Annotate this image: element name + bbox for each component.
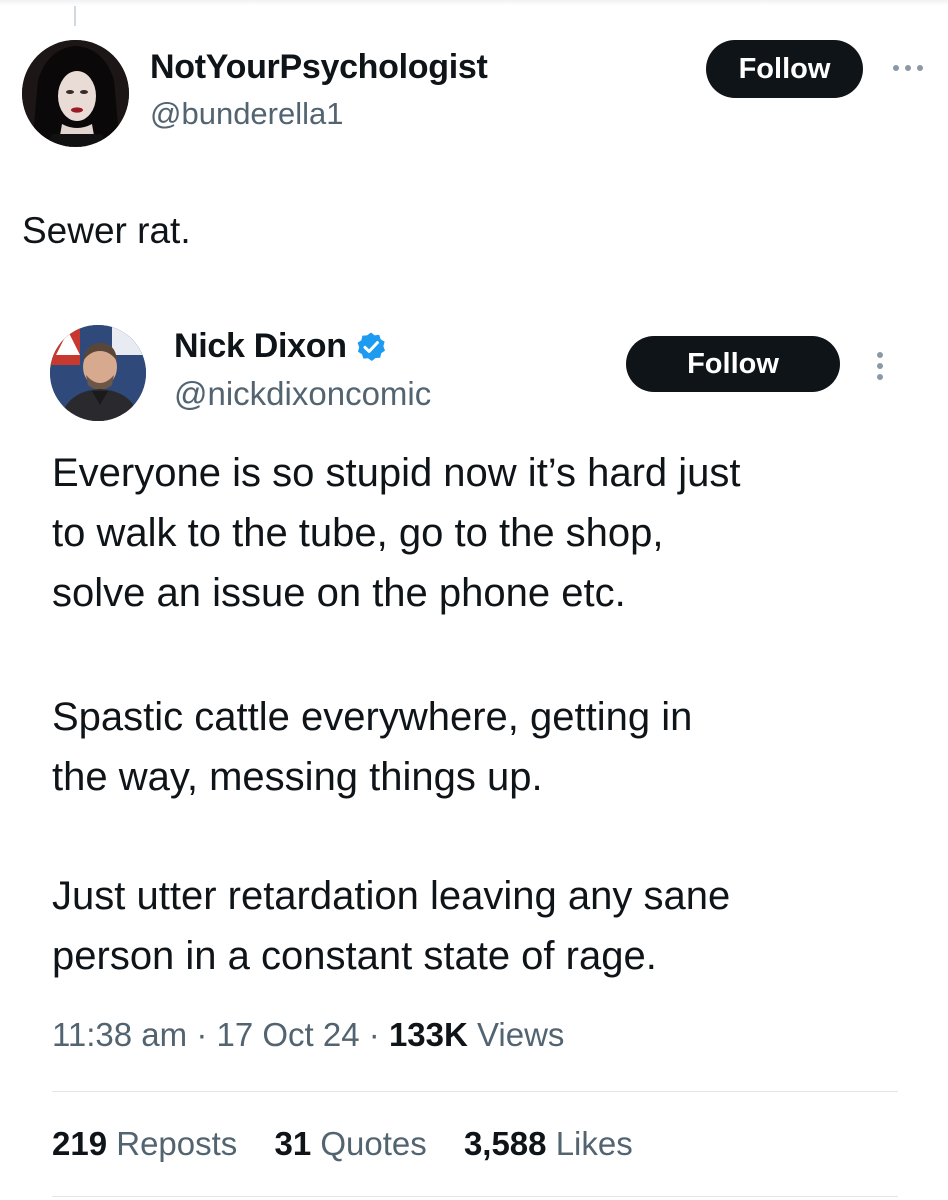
- more-horizontal-icon[interactable]: [888, 56, 928, 80]
- text-line: solve an issue on the phone etc.: [52, 571, 626, 615]
- engagement-stats: 219 Reposts 31 Quotes 3,588 Likes: [52, 1125, 661, 1163]
- meta-separator: ·: [368, 1016, 380, 1053]
- text-line: Spastic cattle everywhere, getting in: [52, 695, 693, 739]
- author-handle[interactable]: @bunderella1: [150, 96, 344, 132]
- quoted-paragraph-1: Everyone is so stupid now it’s hard just…: [52, 443, 741, 623]
- meta-separator: ·: [196, 1016, 208, 1053]
- quotes-label: Quotes: [320, 1125, 427, 1162]
- tweet-meta: 11:38 am · 17 Oct 24 · 133K Views: [52, 1016, 564, 1054]
- follow-button[interactable]: Follow: [706, 40, 863, 98]
- quotes-stat[interactable]: 31 Quotes: [274, 1125, 426, 1162]
- divider: [52, 1196, 898, 1197]
- quoted-avatar[interactable]: [50, 325, 146, 421]
- views-label: Views: [477, 1016, 565, 1053]
- quotes-count: 31: [274, 1125, 312, 1162]
- quoted-name-row[interactable]: Nick Dixon: [174, 327, 387, 366]
- reposts-count: 219: [52, 1125, 108, 1162]
- quoted-avatar-image: [50, 325, 146, 421]
- more-vertical-icon[interactable]: [868, 348, 892, 384]
- tweet-time[interactable]: 11:38 am: [52, 1016, 187, 1053]
- quoted-paragraph-3: Just utter retardation leaving any sane …: [52, 866, 730, 986]
- likes-label: Likes: [555, 1125, 633, 1162]
- top-edge: [0, 0, 948, 6]
- author-name[interactable]: NotYourPsychologist: [150, 48, 488, 87]
- text-line: person in a constant state of rage.: [52, 934, 657, 978]
- divider: [52, 1091, 898, 1092]
- text-line: the way, messing things up.: [52, 755, 543, 799]
- text-line: Just utter retardation leaving any sane: [52, 874, 731, 918]
- quoted-paragraph-2: Spastic cattle everywhere, getting in th…: [52, 687, 692, 807]
- thread-line: [74, 6, 76, 26]
- text-line: to walk to the tube, go to the shop,: [52, 511, 664, 555]
- quoted-author-handle[interactable]: @nickdixoncomic: [174, 375, 431, 413]
- text-line: Everyone is so stupid now it’s hard just: [52, 451, 741, 495]
- tweet-date[interactable]: 17 Oct 24: [217, 1016, 360, 1053]
- verified-badge-icon: [357, 332, 385, 361]
- likes-stat[interactable]: 3,588 Likes: [464, 1125, 633, 1162]
- reposts-stat[interactable]: 219 Reposts: [52, 1125, 237, 1162]
- views-count: 133K: [388, 1016, 468, 1053]
- avatar-image: [22, 40, 129, 147]
- quoted-author-name[interactable]: Nick Dixon: [174, 327, 347, 366]
- likes-count: 3,588: [463, 1125, 547, 1162]
- tweet-text: Sewer rat.: [22, 210, 191, 251]
- avatar[interactable]: [22, 40, 129, 147]
- quoted-follow-button[interactable]: Follow: [626, 336, 840, 392]
- reposts-label: Reposts: [116, 1125, 238, 1162]
